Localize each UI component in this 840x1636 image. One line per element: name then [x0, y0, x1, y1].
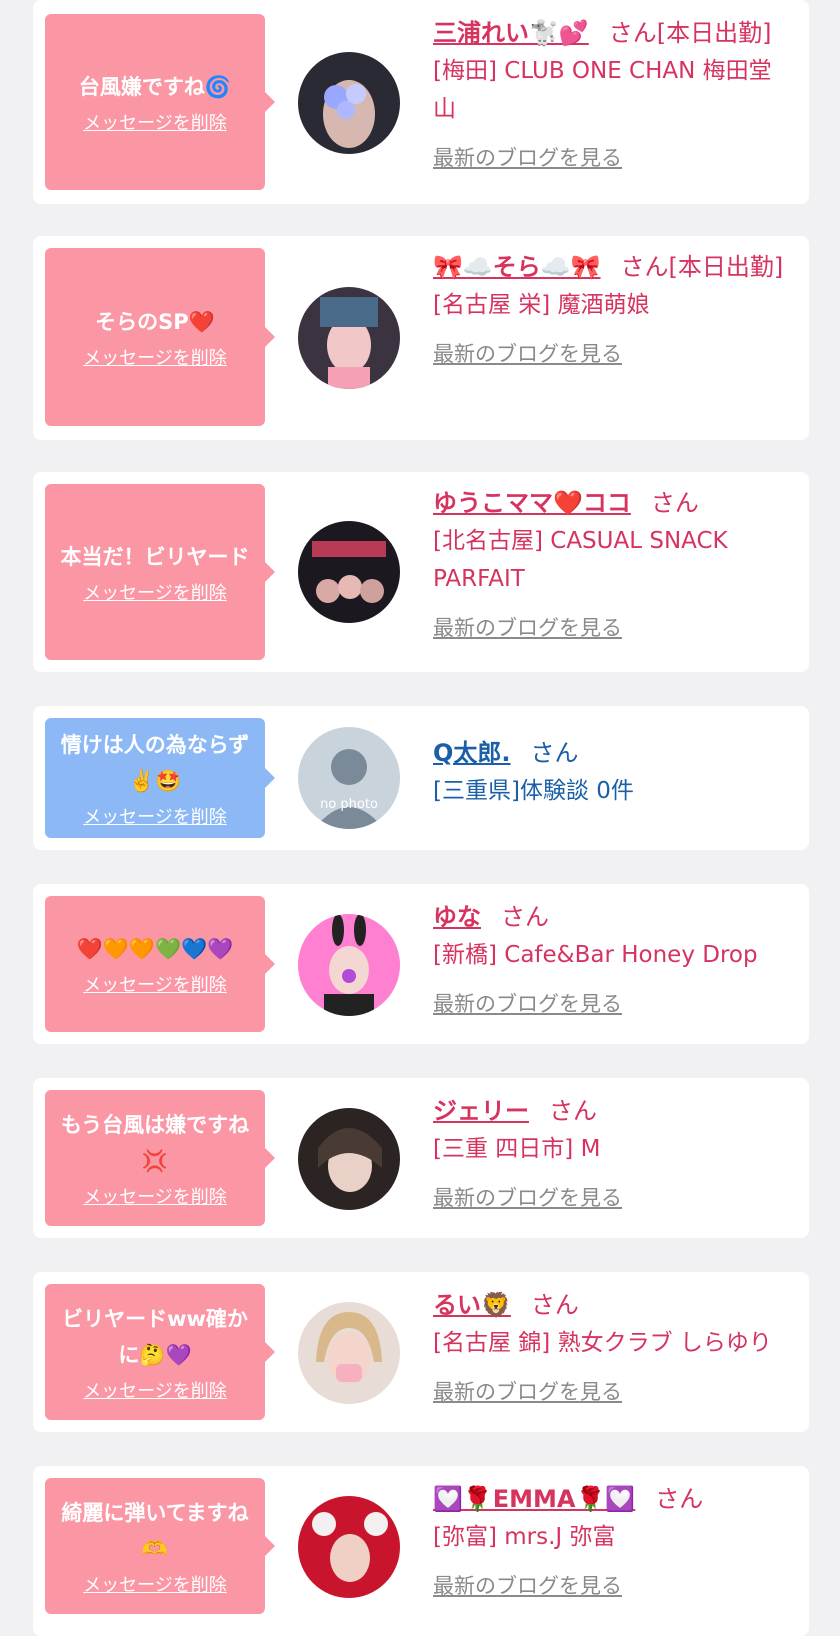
message-bubble: ビリヤードww確かに🤔💜 メッセージを削除 [45, 1284, 275, 1420]
user-suffix: さん [530, 739, 579, 767]
delete-message-link[interactable]: メッセージを削除 [83, 1571, 227, 1597]
avatar-photo-icon [298, 1302, 400, 1404]
latest-blog-link[interactable]: 最新のブログを見る [433, 1182, 622, 1212]
list-item: ❤️🧡🧡💚💙💜 メッセージを削除 ゆな さん [新橋] Cafe&Bar Hone… [33, 884, 809, 1044]
user-suffix: さん [530, 1291, 579, 1319]
user-info: ジェリー さん [三重 四日市] M 最新のブログを見る [433, 1092, 793, 1212]
list-item: 本当だ！ビリヤード メッセージを削除 ゆうこママ❤️ココ さん [北名古屋] CA… [33, 472, 809, 672]
avatar[interactable] [298, 914, 400, 1016]
user-name-link[interactable]: るい🦁 [433, 1291, 511, 1319]
user-info: 💟🌹EMMA🌹💟 さん [弥富] mrs.J 弥富 最新のブログを見る [433, 1480, 793, 1600]
avatar[interactable] [298, 52, 400, 154]
user-name-link[interactable]: ゆな [433, 903, 481, 931]
delete-message-link[interactable]: メッセージを削除 [83, 1183, 227, 1209]
avatar[interactable]: no photo [298, 727, 400, 829]
user-suffix: さん [655, 1485, 704, 1513]
user-suffix: さん [501, 903, 549, 931]
latest-blog-link[interactable]: 最新のブログを見る [433, 338, 622, 368]
avatar[interactable] [298, 1108, 400, 1210]
user-info: 三浦れい🐩💕 さん[本日出勤] [梅田] CLUB ONE CHAN 梅田堂山 最… [433, 14, 793, 172]
message-bubble: そらのSP❤️ メッセージを削除 [45, 248, 275, 426]
no-photo-icon [298, 727, 400, 829]
avatar[interactable] [298, 1496, 400, 1598]
avatar-photo-icon [298, 52, 400, 154]
message-bubble: 台風嫌ですね🌀 メッセージを削除 [45, 14, 275, 190]
latest-blog-link[interactable]: 最新のブログを見る [433, 1570, 622, 1600]
shop-text: [弥富] mrs.J 弥富 [433, 1524, 616, 1550]
message-text: 台風嫌ですね🌀 [78, 75, 232, 99]
delete-message-link[interactable]: メッセージを削除 [83, 971, 227, 997]
user-suffix: さん [549, 1097, 597, 1125]
message-bubble: もう台風は嫌ですね💢 メッセージを削除 [45, 1090, 275, 1226]
message-text: もう台風は嫌ですね💢 [60, 1113, 250, 1173]
avatar-photo-icon [298, 1108, 400, 1210]
delete-message-link[interactable]: メッセージを削除 [83, 803, 227, 829]
avatar[interactable] [298, 1302, 400, 1404]
user-info: ゆうこママ❤️ココ さん [北名古屋] CASUAL SNACK PARFAIT … [433, 484, 793, 642]
user-suffix: さん[本日出勤] [620, 253, 784, 281]
message-text: 情けは人の為ならず✌️🤩 [60, 733, 250, 793]
user-info: Q太郎. さん [三重県]体験談 0件 [433, 734, 793, 810]
delete-message-link[interactable]: メッセージを削除 [83, 1377, 227, 1403]
user-info: るい🦁 さん [名古屋 錦] 熟女クラブ しらゆり 最新のブログを見る [433, 1286, 793, 1406]
message-bubble: ❤️🧡🧡💚💙💜 メッセージを削除 [45, 896, 275, 1032]
user-name-link[interactable]: Q太郎. [433, 739, 511, 767]
shop-text: [三重 四日市] M [433, 1136, 601, 1162]
message-bubble: 情けは人の為ならず✌️🤩 メッセージを削除 [45, 718, 275, 838]
no-photo-label: no photo [320, 797, 378, 812]
message-text: 本当だ！ビリヤード [60, 545, 250, 569]
shop-text: [梅田] CLUB ONE CHAN 梅田堂山 [433, 58, 772, 122]
latest-blog-link[interactable]: 最新のブログを見る [433, 1376, 622, 1406]
message-text: そらのSP❤️ [95, 310, 215, 334]
list-item: 綺麗に弾いてますね🫶 メッセージを削除 💟🌹EMMA🌹💟 さん [弥富] mrs.… [33, 1466, 809, 1636]
user-info: ゆな さん [新橋] Cafe&Bar Honey Drop 最新のブログを見る [433, 898, 793, 1018]
avatar-photo-icon [298, 521, 400, 623]
list-item: 台風嫌ですね🌀 メッセージを削除 三浦れい🐩💕 さん[本日出勤] [梅田] CLU… [33, 0, 809, 204]
avatar[interactable] [298, 287, 400, 389]
user-name-link[interactable]: 三浦れい🐩💕 [433, 19, 589, 47]
shop-text: [北名古屋] CASUAL SNACK PARFAIT [433, 528, 728, 592]
avatar-photo-icon [298, 914, 400, 1016]
delete-message-link[interactable]: メッセージを削除 [83, 109, 227, 135]
user-suffix: さん[本日出勤] [608, 19, 772, 47]
latest-blog-link[interactable]: 最新のブログを見る [433, 612, 622, 642]
user-info: 🎀☁️そら☁️🎀 さん[本日出勤] [名古屋 栄] 魔酒萌娘 最新のブログを見る [433, 248, 793, 368]
shop-text: [名古屋 錦] 熟女クラブ しらゆり [433, 1330, 772, 1356]
avatar-photo-icon [298, 287, 400, 389]
user-suffix: さん [650, 489, 699, 517]
avatar[interactable] [298, 521, 400, 623]
shop-text: [三重県]体験談 0件 [433, 778, 634, 804]
user-name-link[interactable]: ジェリー [433, 1097, 529, 1125]
message-bubble: 綺麗に弾いてますね🫶 メッセージを削除 [45, 1478, 275, 1614]
list-item: 情けは人の為ならず✌️🤩 メッセージを削除 no photo Q太郎. さん [三… [33, 706, 809, 850]
message-text: 綺麗に弾いてますね🫶 [61, 1501, 249, 1561]
message-bubble: 本当だ！ビリヤード メッセージを削除 [45, 484, 275, 660]
shop-text: [新橋] Cafe&Bar Honey Drop [433, 942, 758, 968]
latest-blog-link[interactable]: 最新のブログを見る [433, 142, 622, 172]
shop-text: [名古屋 栄] 魔酒萌娘 [433, 292, 650, 318]
list-item: ビリヤードww確かに🤔💜 メッセージを削除 るい🦁 さん [名古屋 錦] 熟女クラ… [33, 1272, 809, 1432]
user-name-link[interactable]: ゆうこママ❤️ココ [433, 489, 631, 517]
message-text: ビリヤードww確かに🤔💜 [62, 1307, 248, 1367]
delete-message-link[interactable]: メッセージを削除 [83, 579, 227, 605]
latest-blog-link[interactable]: 最新のブログを見る [433, 988, 622, 1018]
message-list: 台風嫌ですね🌀 メッセージを削除 三浦れい🐩💕 さん[本日出勤] [梅田] CLU… [0, 0, 840, 1636]
avatar-photo-icon [298, 1496, 400, 1598]
delete-message-link[interactable]: メッセージを削除 [83, 344, 227, 370]
list-item: もう台風は嫌ですね💢 メッセージを削除 ジェリー さん [三重 四日市] M 最新… [33, 1078, 809, 1238]
list-item: そらのSP❤️ メッセージを削除 🎀☁️そら☁️🎀 さん[本日出勤] [名古屋 栄… [33, 236, 809, 440]
message-text: ❤️🧡🧡💚💙💜 [76, 937, 234, 961]
user-name-link[interactable]: 🎀☁️そら☁️🎀 [433, 253, 601, 281]
user-name-link[interactable]: 💟🌹EMMA🌹💟 [433, 1485, 635, 1513]
